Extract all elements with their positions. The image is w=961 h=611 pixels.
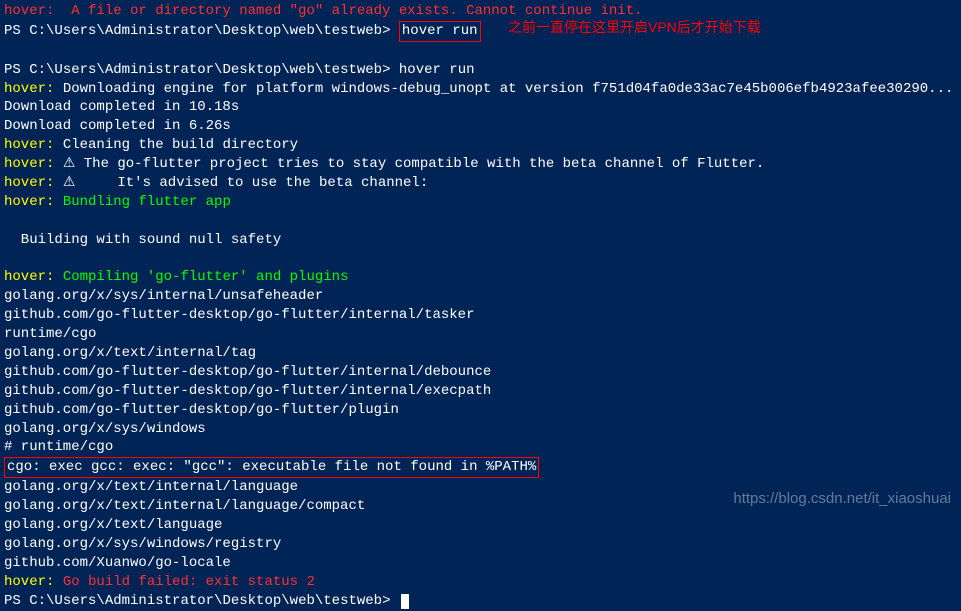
download-time-2: Download completed in 6.26s xyxy=(4,117,957,136)
annotation-text: 之前一直停在这里开启VPN后才开始下载 xyxy=(508,18,761,37)
hover-warn-1: hover: ⚠ The go-flutter project tries to… xyxy=(4,155,957,174)
prompt-line-3[interactable]: PS C:\Users\Administrator\Desktop\web\te… xyxy=(4,592,957,611)
pkg-line: golang.org/x/text/internal/tag xyxy=(4,344,957,363)
hover-cleaning: hover: Cleaning the build directory xyxy=(4,136,957,155)
prompt-line-2: PS C:\Users\Administrator\Desktop\web\te… xyxy=(4,61,957,80)
download-time-1: Download completed in 10.18s xyxy=(4,98,957,117)
pkg-line: golang.org/x/sys/windows/registry xyxy=(4,535,957,554)
building-line: Building with sound null safety xyxy=(4,231,957,250)
cursor-icon xyxy=(401,594,409,609)
pkg-line: golang.org/x/text/language xyxy=(4,516,957,535)
pkg-line: github.com/go-flutter-desktop/go-flutter… xyxy=(4,306,957,325)
hover-bundling: hover: Bundling flutter app xyxy=(4,193,957,212)
watermark-text: https://blog.csdn.net/it_xiaoshuai xyxy=(733,489,951,509)
prompt-line-1: PS C:\Users\Administrator\Desktop\web\te… xyxy=(4,21,957,42)
hover-compiling: hover: Compiling 'go-flutter' and plugin… xyxy=(4,268,957,287)
pkg-line: github.com/go-flutter-desktop/go-flutter… xyxy=(4,401,957,420)
hover-failed: hover: Go build failed: exit status 2 xyxy=(4,573,957,592)
pkg-line: golang.org/x/sys/internal/unsafeheader xyxy=(4,287,957,306)
terminal-output[interactable]: hover: A file or directory named "go" al… xyxy=(4,2,957,611)
runtime-cgo: # runtime/cgo xyxy=(4,438,957,457)
blank-line-2 xyxy=(4,212,957,231)
pkg-line: github.com/go-flutter-desktop/go-flutter… xyxy=(4,363,957,382)
command-box-1: hover run xyxy=(402,23,478,39)
pkg-line: github.com/go-flutter-desktop/go-flutter… xyxy=(4,382,957,401)
blank-line-3 xyxy=(4,250,957,269)
pkg-line: runtime/cgo xyxy=(4,325,957,344)
hover-download: hover: Downloading engine for platform w… xyxy=(4,80,957,99)
error-line: hover: A file or directory named "go" al… xyxy=(4,2,957,21)
hover-warn-2: hover: ⚠ It's advised to use the beta ch… xyxy=(4,174,957,193)
blank-line xyxy=(4,42,957,61)
cgo-error-box: cgo: exec gcc: exec: "gcc": executable f… xyxy=(4,457,957,478)
pkg-line: golang.org/x/sys/windows xyxy=(4,420,957,439)
pkg-line: github.com/Xuanwo/go-locale xyxy=(4,554,957,573)
